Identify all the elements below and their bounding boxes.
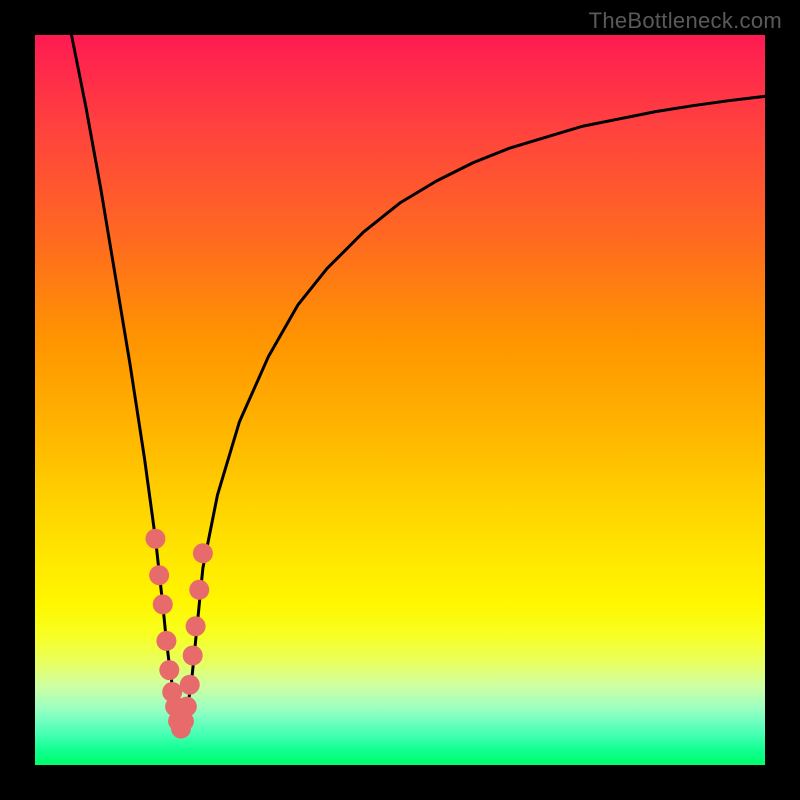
- chart-svg: [35, 35, 765, 765]
- bottleneck-curve: [72, 35, 766, 729]
- watermark-text: TheBottleneck.com: [589, 8, 782, 34]
- highlight-markers: [145, 529, 212, 739]
- chart-plot-area: [35, 35, 765, 765]
